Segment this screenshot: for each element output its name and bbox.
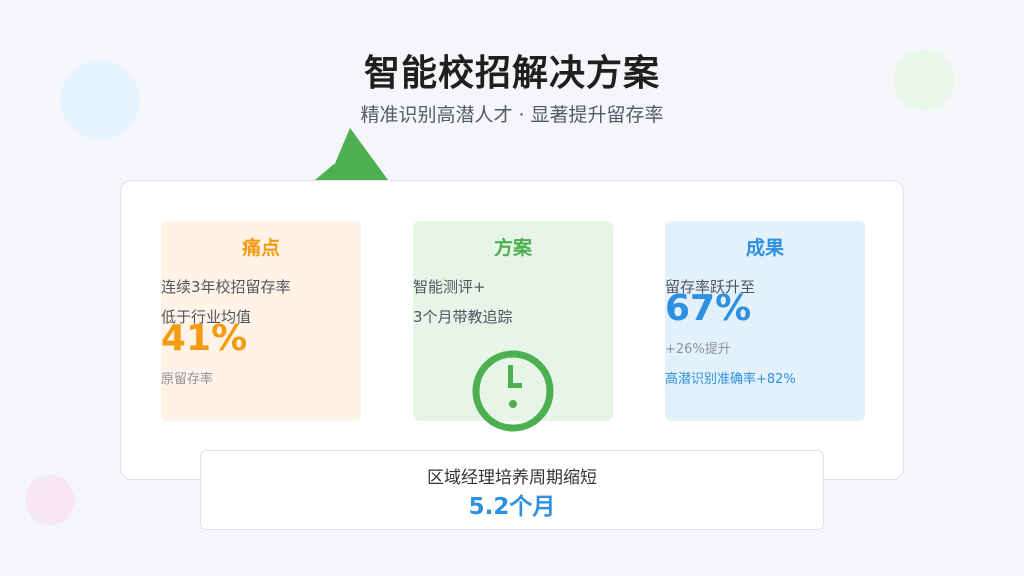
- footer-value: 5.2个月: [468, 494, 556, 520]
- page-title: 智能校招解决方案: [363, 53, 660, 94]
- pain-note: 原留存率: [161, 372, 214, 387]
- plan-line-2: 3个月带教追踪: [413, 308, 513, 326]
- decorative-circle-pink: [25, 475, 75, 525]
- result-card-title: 成果: [745, 237, 784, 259]
- footer-label: 区域经理培养周期缩短: [427, 468, 597, 488]
- plan-card-title: 方案: [493, 237, 532, 259]
- result-note-1: +26%提升: [665, 342, 731, 357]
- solution-card: 方案 智能测评+ 3个月带教追踪: [413, 221, 613, 432]
- pain-card-title: 痛点: [241, 237, 280, 259]
- pain-value: 41%: [161, 318, 248, 359]
- clock-icon: [472, 350, 554, 432]
- pain-line-1: 连续3年校招留存率: [161, 278, 291, 296]
- content-panel: 痛点 连续3年校招留存率 低于行业均值 41% 原留存率 方案 智能测评+ 3个…: [120, 180, 904, 480]
- result-value: 67%: [665, 288, 752, 329]
- page-subtitle: 精准识别高潜人才 · 显著提升留存率: [360, 104, 664, 126]
- result-note-2: 高潜识别准确率+82%: [665, 372, 796, 387]
- result-card: 成果 留存率跃升至 67% +26%提升 高潜识别准确率+82%: [665, 221, 865, 421]
- plan-line-1: 智能测评+: [413, 278, 486, 296]
- arrow-up-icon: [315, 128, 388, 184]
- pain-point-card: 痛点 连续3年校招留存率 低于行业均值 41% 原留存率: [161, 221, 361, 421]
- footer-summary-box: 区域经理培养周期缩短 5.2个月: [200, 450, 824, 530]
